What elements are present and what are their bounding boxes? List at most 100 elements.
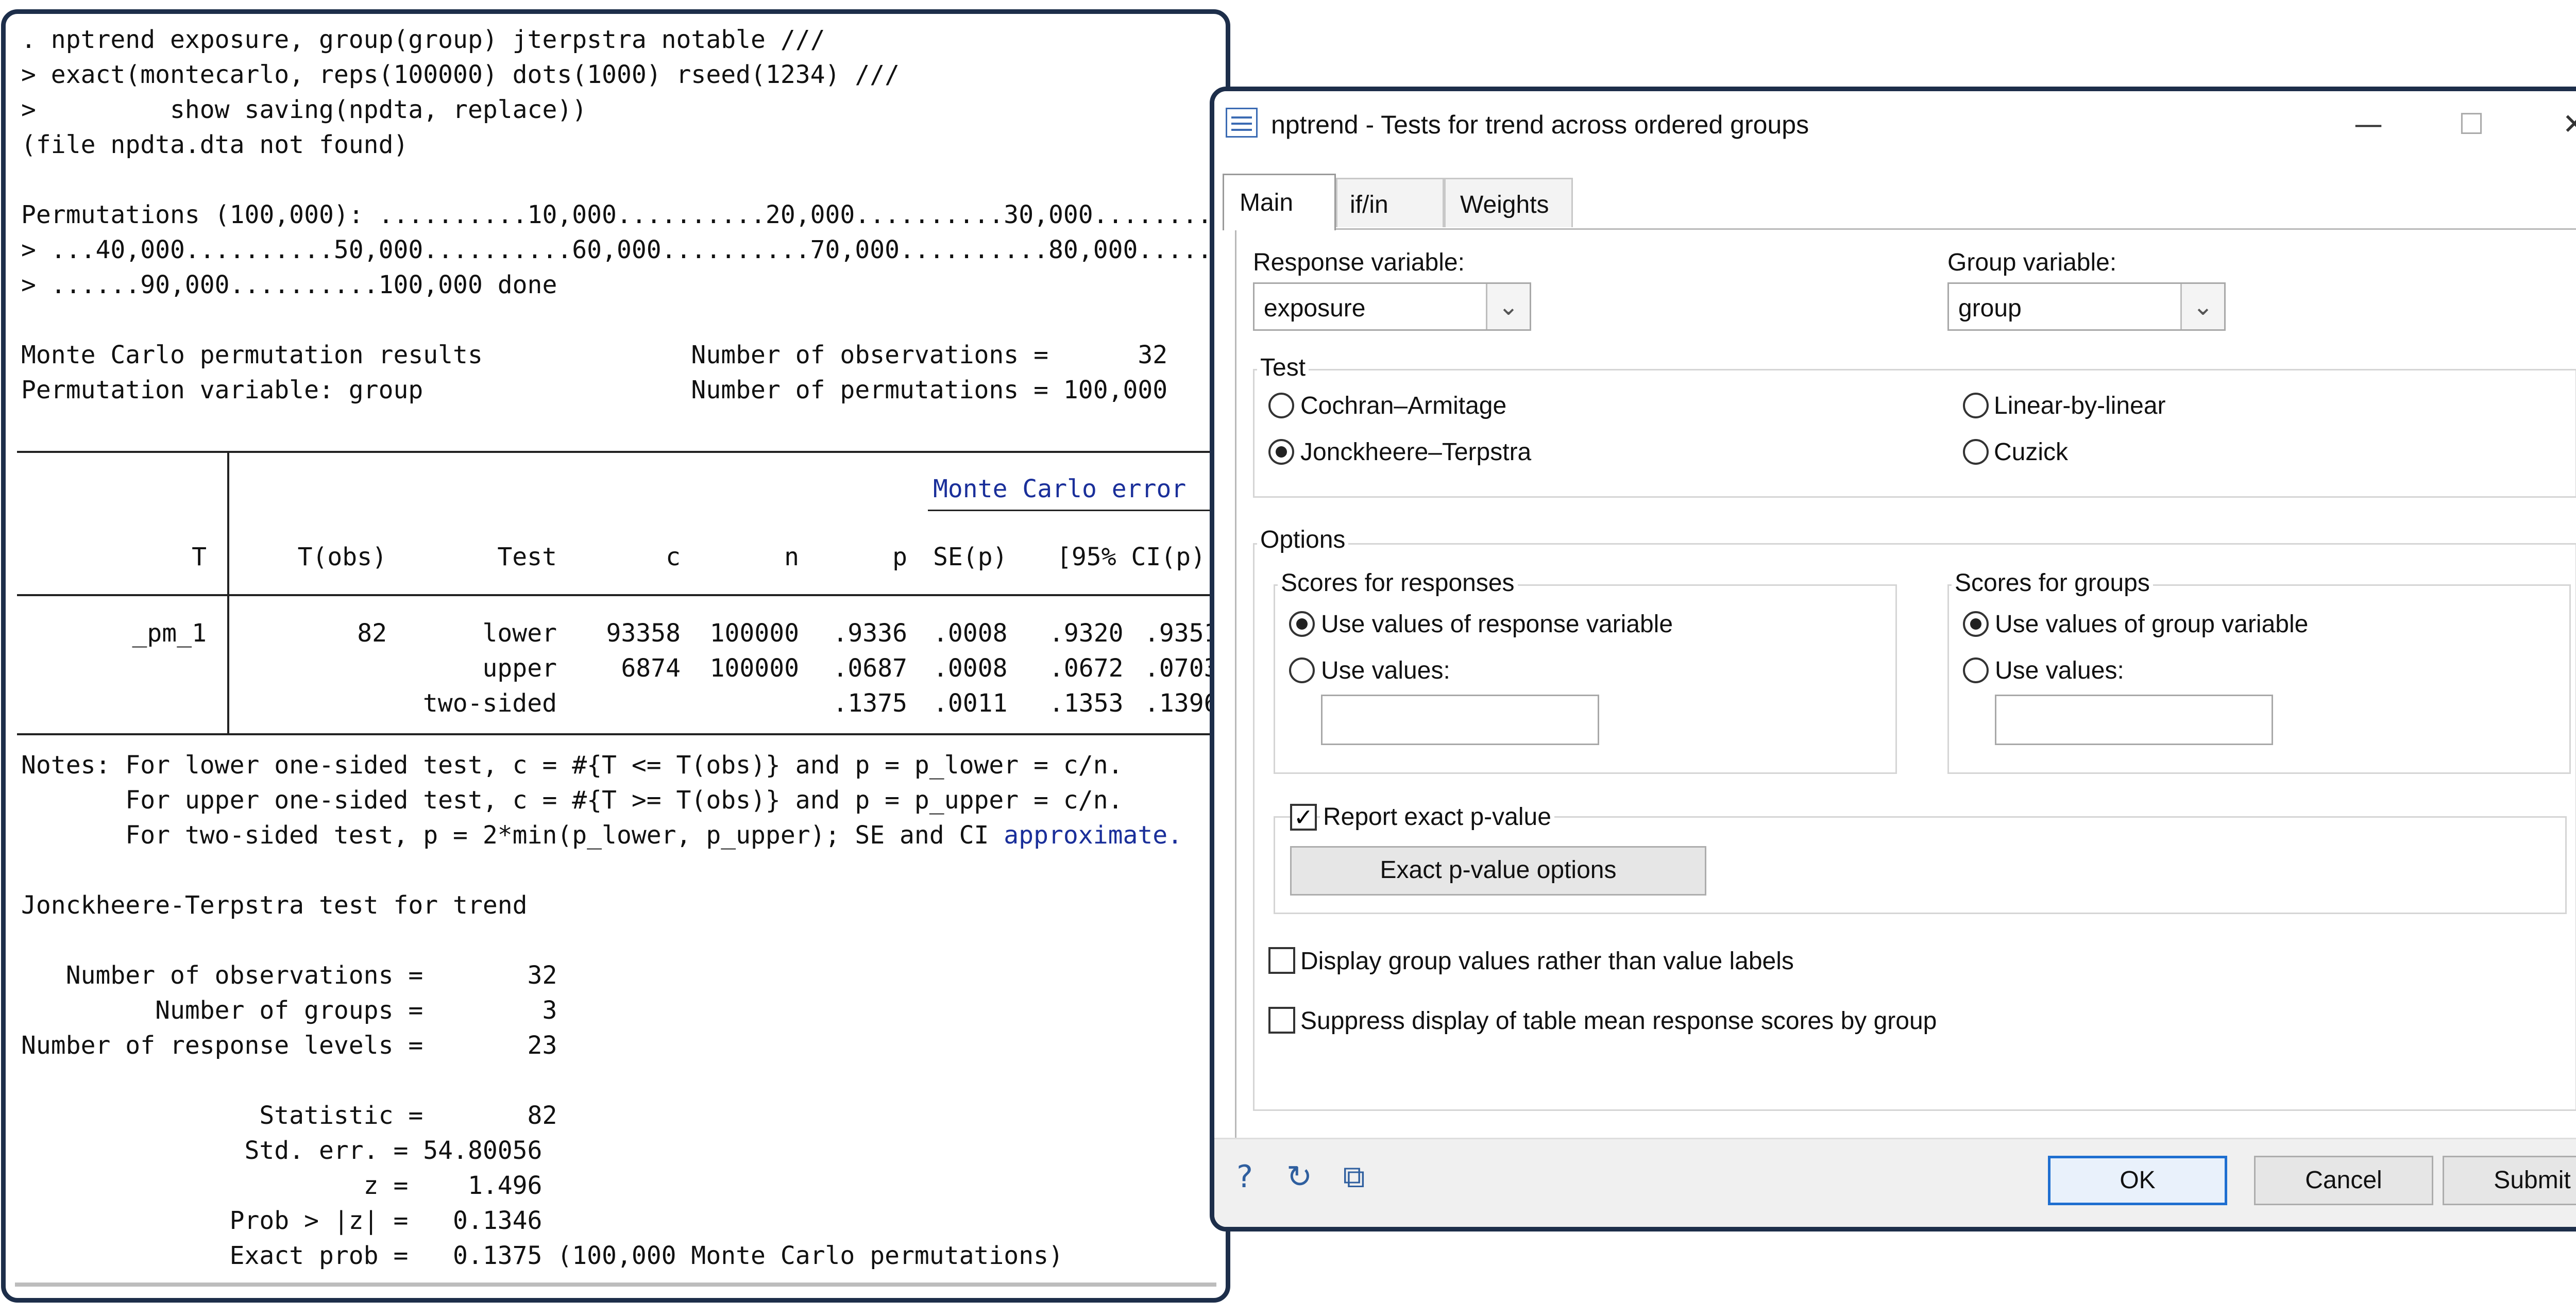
row-label: _pm_1 bbox=[132, 619, 207, 648]
tab-main[interactable]: Main bbox=[1223, 174, 1336, 230]
reset-icon[interactable]: ↻ bbox=[1281, 1159, 1317, 1195]
table-cell: .9351 bbox=[1144, 619, 1219, 648]
jonckheere-terpstra-label: Jonckheere–Terpstra bbox=[1300, 438, 1532, 466]
maximize-button[interactable]: ☐ bbox=[2451, 107, 2492, 143]
report-exact-checkbox[interactable]: ✓ bbox=[1290, 804, 1317, 831]
exact-pvalue-options-button[interactable]: Exact p-value options bbox=[1290, 846, 1706, 896]
header-c: c bbox=[666, 543, 681, 571]
cuzick-label: Cuzick bbox=[1994, 438, 2069, 466]
tab-if-in-label: if/in bbox=[1350, 191, 1388, 218]
permutations-line-2: > ...40,000..........50,000..........60,… bbox=[21, 235, 1230, 264]
table-cell: 93358 bbox=[606, 619, 681, 648]
suppress-display-checkbox[interactable] bbox=[1268, 1007, 1295, 1034]
main-panel: Response variable: exposure ⌄ Group vari… bbox=[1235, 228, 2576, 1166]
radio-use-custom-response-values[interactable] bbox=[1289, 657, 1315, 683]
command-line-3: > show saving(npdta, replace)) bbox=[21, 95, 587, 124]
radio-use-custom-group-values[interactable] bbox=[1963, 657, 1989, 683]
command-line-2: > exact(montecarlo, reps(100000) dots(10… bbox=[21, 60, 900, 89]
stat-line: Statistic = 82 bbox=[21, 1101, 557, 1130]
radio-use-response-values[interactable] bbox=[1289, 611, 1315, 637]
group-variable-value: group bbox=[1958, 295, 2022, 322]
radio-cochran-armitage[interactable] bbox=[1268, 393, 1294, 418]
stat-line: Number of response levels = 23 bbox=[21, 1031, 557, 1060]
scores-groups-title: Scores for groups bbox=[1952, 569, 2153, 597]
table-cell: .0672 bbox=[1049, 654, 1124, 683]
group-values-input[interactable] bbox=[1995, 695, 2273, 745]
suppress-display-label: Suppress display of table mean response … bbox=[1300, 1007, 1937, 1035]
table-header-rule bbox=[17, 594, 1226, 596]
submit-button[interactable]: Submit bbox=[2443, 1156, 2576, 1205]
notes-line-2: For upper one-sided test, c = #{T >= T(o… bbox=[21, 786, 1123, 815]
display-group-values-label: Display group values rather than value l… bbox=[1300, 948, 1794, 975]
exact-pvalue-options-label: Exact p-value options bbox=[1380, 856, 1617, 884]
t-obs-value: 82 bbox=[357, 619, 387, 648]
command-line-1: . nptrend exposure, group(group) jterpst… bbox=[21, 25, 825, 54]
mc-header-line-1: Monte Carlo permutation results Number o… bbox=[21, 341, 1168, 369]
table-cell: .0008 bbox=[933, 619, 1008, 648]
table-top-rule bbox=[17, 451, 1226, 453]
results-window: . nptrend exposure, group(group) jterpst… bbox=[1, 9, 1230, 1303]
stat-line: Number of observations = 32 bbox=[21, 961, 557, 990]
options-group-title: Options bbox=[1257, 526, 1349, 554]
response-variable-combo[interactable]: exposure ⌄ bbox=[1253, 282, 1531, 331]
scores-responses-title: Scores for responses bbox=[1278, 569, 1518, 597]
permutations-line-1: Permutations (100,000): ..........10,000… bbox=[21, 200, 1227, 229]
cancel-button[interactable]: Cancel bbox=[2254, 1156, 2433, 1205]
table-cell: 100000 bbox=[709, 619, 799, 648]
stat-line: Number of groups = 3 bbox=[21, 996, 557, 1025]
dialog-title: nptrend - Tests for trend across ordered… bbox=[1271, 110, 1809, 139]
report-exact-label: Report exact p-value bbox=[1320, 803, 1554, 831]
chevron-down-icon[interactable]: ⌄ bbox=[2180, 284, 2224, 329]
notes-line-3: For two-sided test, p = 2*min(p_lower, p… bbox=[21, 818, 1182, 853]
table-cell: 6874 bbox=[621, 654, 681, 683]
ok-button[interactable]: OK bbox=[2048, 1156, 2227, 1205]
close-button[interactable]: ✕ bbox=[2554, 107, 2576, 143]
cochran-armitage-label: Cochran–Armitage bbox=[1300, 392, 1507, 419]
display-group-values-checkbox[interactable] bbox=[1268, 947, 1295, 974]
submit-button-label: Submit bbox=[2494, 1167, 2571, 1194]
mc-header-line-2: Permutation variable: group Number of pe… bbox=[21, 376, 1168, 404]
tab-weights[interactable]: Weights bbox=[1444, 178, 1573, 227]
header-ci: [95% CI(p)] bbox=[1057, 543, 1221, 571]
file-note: (file npdta.dta not found) bbox=[21, 130, 409, 159]
tab-main-label: Main bbox=[1240, 189, 1294, 216]
response-values-input[interactable] bbox=[1321, 695, 1599, 745]
test-group bbox=[1253, 369, 2576, 498]
header-se: SE(p) bbox=[933, 543, 1008, 571]
use-custom-response-values-label: Use values: bbox=[1321, 657, 1450, 684]
stat-line: Prob > |z| = 0.1346 bbox=[21, 1206, 543, 1235]
group-variable-combo[interactable]: group ⌄ bbox=[1947, 282, 2226, 331]
radio-use-group-values[interactable] bbox=[1963, 611, 1989, 637]
radio-cuzick[interactable] bbox=[1963, 439, 1989, 465]
jt-title: Jonckheere-Terpstra test for trend bbox=[21, 891, 528, 920]
horizontal-scrollbar[interactable] bbox=[15, 1283, 1216, 1287]
radio-linear-by-linear[interactable] bbox=[1963, 393, 1989, 418]
cancel-button-label: Cancel bbox=[2305, 1167, 2382, 1194]
table-cell: two-sided bbox=[422, 689, 557, 718]
header-t-obs: T(obs) bbox=[297, 543, 387, 571]
mc-error-label: Monte Carlo error bbox=[933, 475, 1187, 503]
table-cell: .0008 bbox=[933, 654, 1008, 683]
response-variable-value: exposure bbox=[1264, 295, 1366, 322]
minimize-button[interactable]: — bbox=[2348, 107, 2389, 143]
notes-line-3-text: For two-sided test, p = 2*min(p_lower, p… bbox=[21, 821, 1004, 850]
table-cell: .1353 bbox=[1049, 689, 1124, 718]
chevron-down-icon[interactable]: ⌄ bbox=[1486, 284, 1530, 329]
use-custom-group-values-label: Use values: bbox=[1995, 657, 2124, 684]
nptrend-dialog: nptrend - Tests for trend across ordered… bbox=[1210, 87, 2576, 1231]
header-test: Test bbox=[497, 543, 557, 571]
group-variable-label: Group variable: bbox=[1947, 249, 2117, 276]
use-response-values-label: Use values of response variable bbox=[1321, 611, 1673, 638]
tab-if-in[interactable]: if/in bbox=[1336, 178, 1444, 227]
table-cell: .1396 bbox=[1144, 689, 1219, 718]
copy-command-icon[interactable]: ⧉ bbox=[1336, 1159, 1372, 1195]
notes-line-1: Notes: For lower one-sided test, c = #{T… bbox=[21, 751, 1123, 780]
stat-line: z = 1.496 bbox=[21, 1171, 543, 1200]
radio-jonckheere-terpstra[interactable] bbox=[1268, 439, 1294, 465]
help-icon[interactable]: ? bbox=[1227, 1159, 1263, 1195]
stat-line: Exact prob = 0.1375 (100,000 Monte Carlo… bbox=[21, 1241, 1063, 1270]
table-column-rule bbox=[227, 451, 229, 735]
table-cell: .0011 bbox=[933, 689, 1008, 718]
tab-weights-label: Weights bbox=[1460, 191, 1549, 218]
approximate-link[interactable]: approximate. bbox=[1004, 821, 1182, 850]
